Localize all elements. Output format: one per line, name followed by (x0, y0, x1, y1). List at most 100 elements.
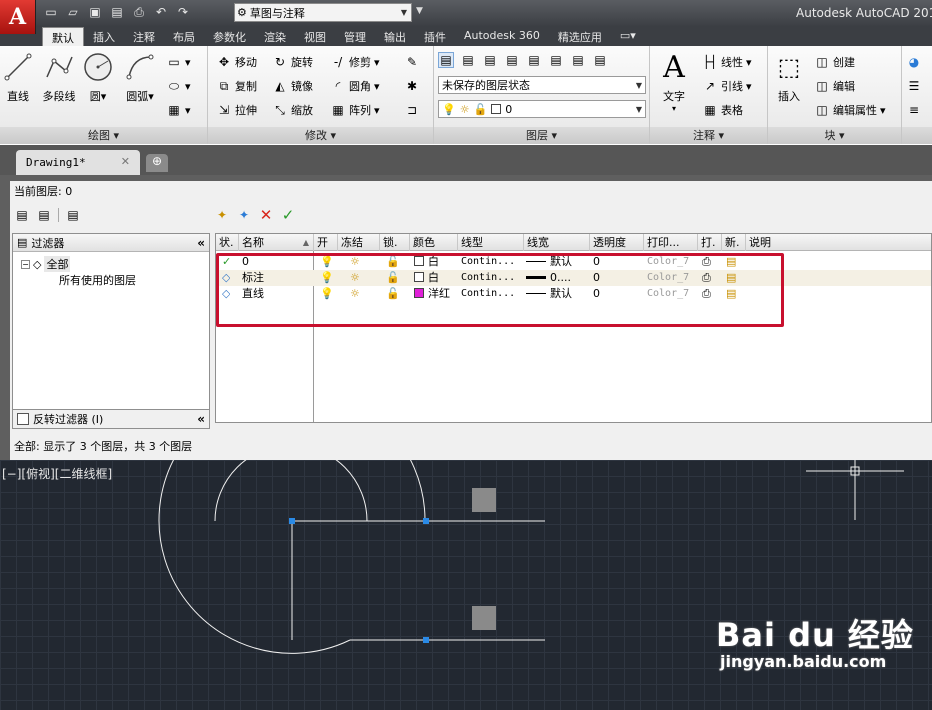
open-file-icon[interactable]: ▱ (64, 4, 82, 20)
line-button[interactable]: 直线 (0, 50, 40, 104)
col-status[interactable]: 状. (216, 234, 239, 251)
tab-more-icon[interactable]: ▭▾ (611, 27, 645, 46)
layer-properties-icon[interactable]: ▤ (438, 52, 454, 68)
col-plot[interactable]: 打. (698, 234, 722, 251)
erase-button[interactable]: ✎ (404, 54, 420, 70)
block-panel-title[interactable]: 块 ▾ (768, 127, 901, 144)
collapse-icon[interactable]: « (197, 412, 205, 426)
new-tab-button[interactable]: ⊕ (146, 154, 168, 172)
tab-manage[interactable]: 管理 (335, 27, 375, 46)
layer-unisolate-icon[interactable]: ▤ (548, 52, 564, 68)
print-icon[interactable]: ⎙ (130, 4, 148, 20)
col-plot-style[interactable]: 打印... (644, 234, 698, 251)
ellipse-button[interactable]: ⬭ ▾ (166, 78, 191, 94)
leader-button[interactable]: ↗ 引线 ▾ (702, 78, 752, 94)
col-lineweight[interactable]: 线宽 (524, 234, 590, 251)
close-icon[interactable]: ✕ (121, 155, 130, 168)
circle-button[interactable]: 圆▾ (76, 50, 120, 104)
layer-isolate-icon[interactable]: ▤ (526, 52, 542, 68)
rectangle-button[interactable]: ▭ ▾ (166, 54, 190, 70)
arc-button[interactable]: 圆弧▾ (118, 50, 162, 104)
col-transparency[interactable]: 透明度 (590, 234, 644, 251)
tab-plugins[interactable]: 插件 (415, 27, 455, 46)
linear-dim-button[interactable]: ├┤ 线性 ▾ (702, 54, 752, 70)
col-new-vp-freeze[interactable]: 新. (722, 234, 746, 251)
col-freeze[interactable]: 冻结 (338, 234, 380, 251)
tab-autodesk-360[interactable]: Autodesk 360 (455, 27, 549, 46)
scale-button[interactable]: ⤡ 缩放 (272, 102, 313, 118)
delete-layer-icon[interactable]: ✕ (258, 206, 274, 224)
col-description[interactable]: 说明 (746, 234, 806, 251)
color-wheel-icon[interactable]: ◕ (906, 54, 922, 70)
tab-output[interactable]: 输出 (375, 27, 415, 46)
ellipse-icon: ⬭ (168, 78, 180, 93)
new-file-icon[interactable]: ▭ (42, 4, 60, 20)
draw-panel-title[interactable]: 绘图 ▾ (0, 127, 207, 144)
collapse-icon[interactable]: « (197, 236, 205, 250)
new-layer-vp-frozen-icon[interactable]: ✦ (236, 207, 252, 223)
col-linetype[interactable]: 线型 (458, 234, 524, 251)
table-button[interactable]: ▦ 表格 (702, 102, 743, 118)
undo-icon[interactable]: ↶ (152, 4, 170, 20)
layer-freeze-icon[interactable]: ▤ (570, 52, 586, 68)
annotation-panel-title[interactable]: 注释 ▾ (650, 127, 767, 144)
tree-node-all[interactable]: − ◇ 全部 (21, 256, 71, 272)
workspace-select[interactable]: ⚙ 草图与注释 ▼ (234, 3, 412, 22)
drawing-viewport[interactable]: [−][俯视][二维线框] (0, 460, 932, 710)
layer-states-manager-icon[interactable]: ▤ (65, 207, 81, 223)
tab-home[interactable]: 默认 (42, 27, 84, 46)
tree-collapse-icon[interactable]: − (21, 259, 30, 269)
modify-panel-title[interactable]: 修改 ▾ (208, 127, 433, 144)
trim-button[interactable]: -/修剪 ▾ (330, 54, 380, 70)
insert-button[interactable]: ⬚ 插入 (768, 50, 810, 104)
application-menu-button[interactable]: A (0, 0, 36, 34)
edit-block-button[interactable]: ◫ 编辑 (814, 78, 855, 94)
tab-annotate[interactable]: 注释 (124, 27, 164, 46)
tab-parametric[interactable]: 参数化 (204, 27, 255, 46)
save-as-icon[interactable]: ▤ (108, 4, 126, 20)
edit-attribute-button[interactable]: ◫ 编辑属性 ▾ (814, 102, 885, 118)
hatch-button[interactable]: ▦ ▾ (166, 102, 190, 118)
set-current-icon[interactable]: ✓ (280, 206, 296, 224)
offset-button[interactable]: ⊐ (404, 102, 420, 118)
tree-node-used-layers[interactable]: 所有使用的图层 (59, 272, 136, 288)
layers-panel-title[interactable]: 图层 ▾ (434, 127, 649, 144)
col-lock[interactable]: 锁. (380, 234, 410, 251)
array-button[interactable]: ▦ 阵列 ▾ (330, 102, 379, 118)
mirror-button[interactable]: ◭ 镜像 (272, 78, 313, 94)
copy-button[interactable]: ⧉ 复制 (216, 78, 257, 94)
tab-layout[interactable]: 布局 (164, 27, 204, 46)
tab-featured-apps[interactable]: 精选应用 (549, 27, 611, 46)
stretch-button[interactable]: ⇲ 拉伸 (216, 102, 257, 118)
col-on[interactable]: 开 (314, 234, 338, 251)
col-color[interactable]: 颜色 (410, 234, 458, 251)
new-layer-icon[interactable]: ✦ (214, 207, 230, 223)
linetype-icon[interactable]: ≡ (906, 102, 922, 118)
rotate-button[interactable]: ↻ 旋转 (272, 54, 313, 70)
new-group-filter-icon[interactable]: ▤ (36, 207, 52, 223)
layer-match-icon[interactable]: ▤ (482, 52, 498, 68)
redo-icon[interactable]: ↷ (174, 4, 192, 20)
layer-state-select[interactable]: 未保存的图层状态 ▼ (438, 76, 646, 94)
tab-render[interactable]: 渲染 (255, 27, 295, 46)
text-button[interactable]: A 文字 ▾ (652, 50, 696, 114)
layer-select[interactable]: 💡 ☼ 🔓 0 ▼ (438, 100, 646, 118)
invert-filter-checkbox[interactable] (17, 413, 29, 425)
new-property-filter-icon[interactable]: ▤ (14, 207, 30, 223)
layer-previous-icon[interactable]: ▤ (504, 52, 520, 68)
explode-button[interactable]: ✱ (404, 78, 420, 94)
create-block-button[interactable]: ◫ 创建 (814, 54, 855, 70)
layer-off-icon[interactable]: ▤ (592, 52, 608, 68)
document-tab-drawing1[interactable]: Drawing1* ✕ (16, 150, 140, 175)
tab-insert[interactable]: 插入 (84, 27, 124, 46)
save-icon[interactable]: ▣ (86, 4, 104, 20)
move-button[interactable]: ✥ 移动 (216, 54, 257, 70)
tab-view[interactable]: 视图 (295, 27, 335, 46)
layer-state-icon[interactable]: ▤ (460, 52, 476, 68)
lineweight-icon[interactable]: ☰ (906, 78, 922, 94)
line-icon (4, 53, 32, 81)
fillet-button[interactable]: ◜ 圆角 ▾ (330, 78, 380, 94)
watermark-url: jingyan.baidu.com (720, 652, 887, 671)
qat-customize-icon[interactable]: ▼ (416, 6, 423, 16)
col-name[interactable]: 名称 ▲ (239, 234, 314, 251)
